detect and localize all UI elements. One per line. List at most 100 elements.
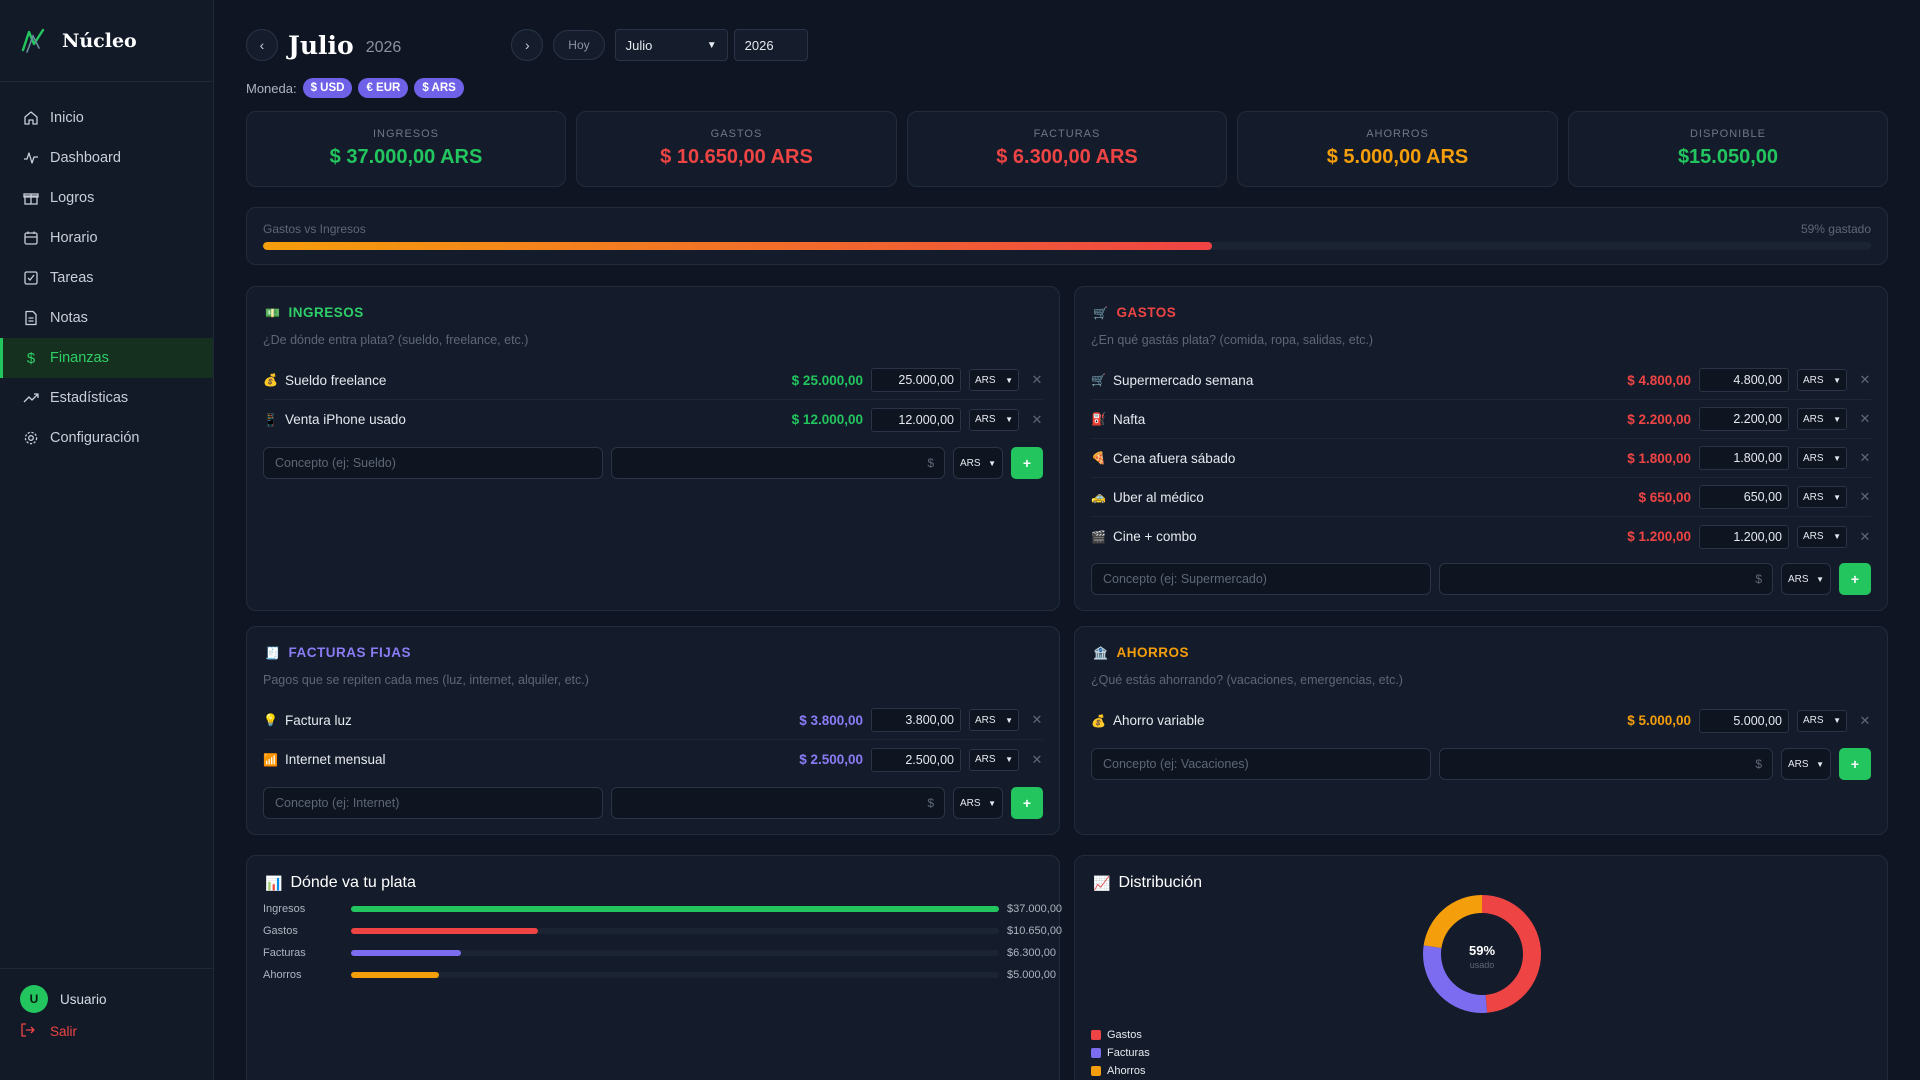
currency-select[interactable]: ARS ▼: [1797, 369, 1847, 391]
add-button[interactable]: +: [1839, 563, 1871, 595]
amount-input[interactable]: 650,00: [1699, 485, 1789, 509]
add-button[interactable]: +: [1011, 447, 1043, 479]
amount-input[interactable]: 4.800,00: [1699, 368, 1789, 392]
prev-month-button[interactable]: ‹: [246, 29, 278, 61]
amount-input[interactable]: 2.500,00: [871, 747, 961, 772]
currency-select[interactable]: ARS ▼: [953, 447, 1003, 479]
currency-select[interactable]: ARS ▼: [953, 787, 1003, 819]
add-gasto-form: Concepto (ej: Supermercado) $ ARS ▼ +: [1091, 563, 1871, 595]
currency-value: ARS: [975, 374, 996, 386]
donut-center-value: 59%: [1469, 943, 1495, 958]
list-item: 💰 Sueldo freelance $ 25.000,00 25.000,00…: [263, 361, 1043, 400]
currency-select[interactable]: ARS ▼: [1781, 748, 1831, 780]
amount-input[interactable]: 1.200,00: [1699, 524, 1789, 549]
sidebar-item-label: Horario: [50, 230, 98, 246]
sidebar-item-logros[interactable]: Logros: [0, 178, 213, 218]
user-name: Usuario: [60, 991, 107, 1007]
currency-usd-button[interactable]: $ USD: [302, 78, 353, 98]
add-ahorro-form: Concepto (ej: Vacaciones) $ ARS ▼ +: [1091, 748, 1871, 780]
sidebar-item-inicio[interactable]: Inicio: [0, 98, 213, 138]
currency-select[interactable]: ARS ▼: [969, 408, 1019, 431]
logo-icon: [18, 25, 50, 57]
bar-chart-icon: 📊: [265, 874, 283, 891]
amount-input[interactable]: 2.200,00: [1699, 407, 1789, 431]
currency-value: ARS: [1803, 531, 1824, 542]
delete-button[interactable]: ✕: [1031, 712, 1043, 728]
add-button[interactable]: +: [1839, 748, 1871, 780]
currency-select[interactable]: ARS ▼: [1781, 563, 1831, 595]
sidebar-item-estadisticas[interactable]: Estadísticas: [0, 378, 213, 418]
delete-button[interactable]: ✕: [1859, 411, 1871, 427]
amount-new-input[interactable]: $: [1439, 748, 1773, 780]
amount-input[interactable]: 12.000,00: [871, 407, 961, 432]
delete-button[interactable]: ✕: [1859, 529, 1871, 545]
concept-input[interactable]: Concepto (ej: Vacaciones): [1091, 748, 1431, 780]
sidebar-item-configuracion[interactable]: Configuración: [0, 418, 213, 458]
sidebar-item-notas[interactable]: Notas: [0, 298, 213, 338]
concept-input[interactable]: Concepto (ej: Sueldo): [263, 447, 603, 479]
amount-input[interactable]: 25.000,00: [871, 368, 961, 392]
sidebar-item-dashboard[interactable]: Dashboard: [0, 138, 213, 178]
pizza-icon: 🍕: [1091, 451, 1106, 465]
item-amount: $ 5.000,00: [1627, 713, 1691, 728]
legend-item-gastos: Gastos: [1091, 1026, 1150, 1044]
delete-button[interactable]: ✕: [1031, 752, 1043, 768]
currency-select[interactable]: ARS ▼: [969, 369, 1019, 391]
brand[interactable]: Núcleo: [0, 0, 213, 82]
currency-select[interactable]: ARS ▼: [969, 709, 1019, 731]
user-profile[interactable]: U Usuario: [20, 985, 193, 1013]
delete-button[interactable]: ✕: [1031, 372, 1043, 388]
delete-button[interactable]: ✕: [1031, 412, 1043, 428]
delete-button[interactable]: ✕: [1859, 450, 1871, 466]
delete-button[interactable]: ✕: [1859, 489, 1871, 505]
amount-input[interactable]: 5.000,00: [1699, 708, 1789, 733]
bar-fill: [351, 972, 439, 978]
taxi-icon: 🚕: [1091, 490, 1106, 504]
currency-value: ARS: [1803, 715, 1824, 726]
currency-select[interactable]: ARS ▼: [1797, 447, 1847, 469]
list-item: 🚕 Uber al médico $ 650,00 650,00 ARS ▼ ✕: [1091, 478, 1871, 517]
currency-select[interactable]: ARS ▼: [1797, 408, 1847, 430]
currency-select[interactable]: ARS ▼: [1797, 486, 1847, 508]
chevron-down-icon: ▼: [1005, 375, 1013, 385]
sidebar-item-label: Notas: [50, 310, 88, 326]
amount-input[interactable]: 1.800,00: [1699, 446, 1789, 470]
amount-new-input[interactable]: $: [611, 447, 945, 479]
ingresos-section: 💵 INGRESOS ¿De dónde entra plata? (sueld…: [246, 286, 1060, 611]
legend-label: Facturas: [1107, 1047, 1150, 1059]
item-name: Cena afuera sábado: [1113, 450, 1236, 466]
phone-icon: 📱: [263, 412, 278, 427]
concept-input[interactable]: Concepto (ej: Supermercado): [1091, 563, 1431, 595]
currency-select[interactable]: ARS ▼: [969, 748, 1019, 771]
delete-button[interactable]: ✕: [1859, 372, 1871, 388]
amount-input[interactable]: 3.800,00: [871, 708, 961, 732]
stat-card-ingresos: INGRESOS $ 37.000,00 ARS: [246, 111, 566, 187]
sidebar-item-finanzas[interactable]: $ Finanzas: [0, 338, 213, 378]
delete-button[interactable]: ✕: [1859, 713, 1871, 729]
sidebar-item-label: Logros: [50, 190, 95, 206]
logout-button[interactable]: Salir: [20, 1023, 193, 1040]
currency-ars-button[interactable]: $ ARS: [414, 78, 464, 98]
stat-value: $ 10.650,00 ARS: [660, 146, 813, 168]
next-month-button[interactable]: ›: [511, 29, 544, 61]
today-button[interactable]: Hoy: [553, 30, 605, 60]
dollar-icon: $: [26, 349, 36, 367]
item-amount: $ 4.800,00: [1627, 372, 1691, 388]
amount-new-input[interactable]: $: [611, 787, 945, 819]
amount-new-input[interactable]: $: [1439, 563, 1773, 595]
sidebar-item-tareas[interactable]: Tareas: [0, 258, 213, 298]
year-input[interactable]: 2026: [733, 29, 808, 61]
currency-value: ARS: [1803, 413, 1824, 425]
month-select[interactable]: Julio ▼: [614, 29, 728, 61]
bar-track: [351, 950, 999, 956]
gear-icon: [22, 429, 40, 447]
currency-eur-button[interactable]: € EUR: [358, 78, 409, 98]
home-icon: [22, 109, 40, 127]
currency-select[interactable]: ARS ▼: [1797, 709, 1847, 732]
currency-select[interactable]: ARS ▼: [1797, 525, 1847, 548]
sidebar-item-horario[interactable]: Horario: [0, 218, 213, 258]
stat-label: AHORROS: [1366, 128, 1429, 140]
concept-input[interactable]: Concepto (ej: Internet): [263, 787, 603, 819]
add-button[interactable]: +: [1011, 787, 1043, 819]
add-factura-form: Concepto (ej: Internet) $ ARS ▼ +: [263, 787, 1043, 819]
